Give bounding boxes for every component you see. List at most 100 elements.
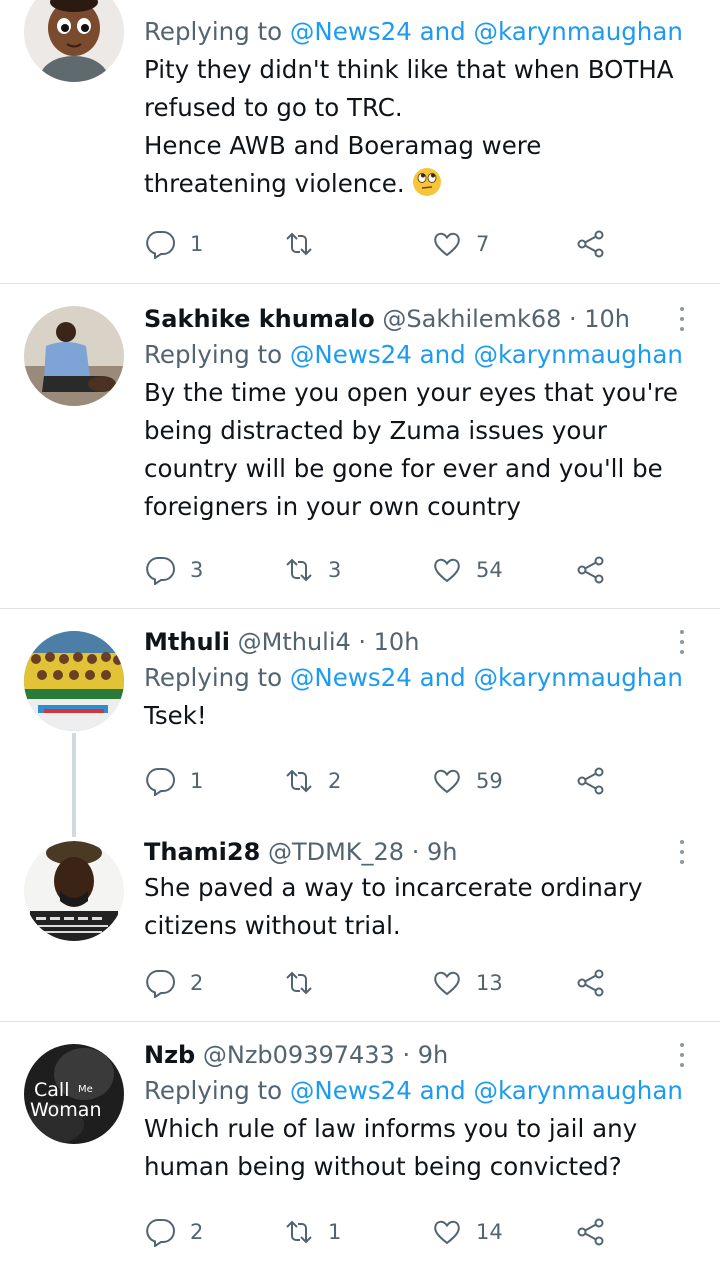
retweet-count: 1 [328, 1220, 342, 1244]
replying-to-label: Replying to [144, 663, 283, 692]
handle-and-time: @Nzb09397433 · 9h [202, 1041, 449, 1069]
share-button[interactable] [576, 759, 606, 803]
tweet-text: Which rule of law informs you to jail an… [144, 1110, 704, 1186]
like-button[interactable]: 13 [432, 961, 503, 1005]
reply-button[interactable]: 2 [146, 1210, 203, 1254]
tweet-header: Sakhike khumalo @Sakhilemk68 · 10h [144, 302, 704, 336]
reply-button[interactable]: 2 [146, 961, 203, 1005]
tweet-1[interactable]: Sakhike khumalo @Sakhilemk68 · 10h Reply… [0, 284, 720, 608]
tweet-header: Nzb @Nzb09397433 · 9h [144, 1038, 704, 1072]
reply-mentions-link[interactable]: @News24 and @karynmaughan [290, 663, 683, 692]
tweet-4[interactable]: Call Me Woman Nzb @Nzb09397433 · 9h Repl… [0, 1022, 720, 1263]
heart-icon [434, 971, 460, 996]
avatar-text-call: Call [34, 1079, 69, 1101]
tweet-text-line: being distracted by Zuma issues your [144, 416, 607, 445]
tweet-text-line: Pity they didn't think like that when BO… [144, 55, 674, 84]
tweet-text: By the time you open your eyes that you'… [144, 374, 704, 526]
tweet-0[interactable]: Replying to @News24 and @karynmaughan Pi… [0, 0, 720, 283]
heart-icon [434, 558, 460, 583]
heart-icon [434, 1220, 460, 1245]
tweet-text-line: By the time you open your eyes that you'… [144, 378, 678, 407]
avatar-text-me: Me [78, 1084, 93, 1095]
tweet-actions: 1 7 [144, 222, 624, 266]
retweet-icon [286, 769, 312, 793]
tweet-text-line: country will be gone for ever and you'll… [144, 454, 663, 483]
avatar-book-cover: Call Me Woman [24, 1044, 124, 1144]
display-name[interactable]: Thami28 [144, 838, 260, 866]
reply-button[interactable]: 3 [146, 548, 203, 592]
retweet-button[interactable]: 1 [284, 1210, 341, 1254]
retweet-button[interactable]: 2 [284, 759, 341, 803]
reply-button[interactable]: 1 [146, 222, 203, 266]
reply-count: 1 [190, 232, 204, 256]
tweet-actions: 2 1 14 [144, 1210, 624, 1254]
replying-to: Replying to @News24 and @karynmaughan [144, 659, 704, 697]
like-button[interactable]: 14 [432, 1210, 503, 1254]
avatar-photo-team [24, 631, 124, 731]
tweet-text-line: Which rule of law informs you to jail an… [144, 1114, 638, 1143]
reply-mentions-link[interactable]: @News24 and @karynmaughan [290, 17, 683, 46]
retweet-count: 2 [328, 769, 342, 793]
tweet-2[interactable]: Mthuli @Mthuli4 · 10h Replying to @News2… [0, 609, 720, 837]
display-name[interactable]: Mthuli [144, 628, 230, 656]
tweet-text-line: refused to go to TRC. [144, 93, 403, 122]
display-name[interactable]: Sakhike khumalo [144, 305, 375, 333]
reply-icon [146, 969, 175, 998]
reply-count: 2 [190, 1220, 204, 1244]
timeline-feed: Replying to @News24 and @karynmaughan Pi… [0, 0, 720, 1263]
retweet-count: 3 [328, 558, 342, 582]
share-icon [577, 969, 604, 997]
share-button[interactable] [576, 1210, 606, 1254]
share-button[interactable] [576, 961, 606, 1005]
avatar-text-woman: Woman [30, 1099, 102, 1121]
avatar-photo-man-beret [24, 841, 124, 941]
reply-count: 3 [190, 558, 204, 582]
handle-and-time: @Mthuli4 · 10h [237, 628, 420, 656]
share-button[interactable] [576, 222, 606, 266]
share-icon [577, 1218, 604, 1246]
like-button[interactable]: 59 [432, 759, 503, 803]
retweet-icon [286, 558, 312, 582]
retweet-button[interactable]: 3 [284, 548, 341, 592]
avatar-photo-man-sitting [24, 306, 124, 406]
reply-button[interactable]: 1 [146, 759, 203, 803]
like-button[interactable]: 54 [432, 548, 503, 592]
like-count: 54 [476, 558, 503, 582]
tweet-text: She paved a way to incarcerate ordinary … [144, 869, 704, 945]
share-button[interactable] [576, 548, 606, 592]
retweet-button[interactable] [284, 961, 328, 1005]
retweet-button[interactable] [284, 222, 328, 266]
avatar-thami28[interactable] [24, 841, 124, 941]
tweet-3[interactable]: Thami28 @TDMK_28 · 9h She paved a way to… [0, 819, 720, 1021]
tweet-header: Thami28 @TDMK_28 · 9h [144, 835, 704, 869]
replying-to: Replying to @News24 and @karynmaughan [144, 1072, 704, 1110]
avatar-cartoon[interactable] [24, 0, 124, 82]
reply-mentions-link[interactable]: @News24 and @karynmaughan [290, 340, 683, 369]
like-count: 59 [476, 769, 503, 793]
replying-to: Replying to @News24 and @karynmaughan [144, 13, 704, 51]
replying-to-label: Replying to [144, 340, 283, 369]
like-count: 7 [476, 232, 490, 256]
replying-to: Replying to @News24 and @karynmaughan [144, 336, 704, 374]
avatar-mthuli[interactable] [24, 631, 124, 731]
reply-count: 2 [190, 971, 204, 995]
display-name[interactable]: Nzb [144, 1041, 195, 1069]
handle-and-time: @TDMK_28 · 9h [267, 838, 458, 866]
tweet-text-line: She paved a way to incarcerate ordinary [144, 873, 643, 902]
heart-icon [434, 232, 460, 257]
share-icon [577, 767, 604, 795]
tweet-text-line: Hence AWB and Boeramag were [144, 131, 542, 160]
retweet-icon [286, 232, 312, 256]
reply-icon [146, 767, 175, 796]
avatar-sakhike[interactable] [24, 306, 124, 406]
tweet-text: Pity they didn't think like that when BO… [144, 51, 704, 203]
handle-and-time: @Sakhilemk68 · 10h [382, 305, 631, 333]
like-button[interactable]: 7 [432, 222, 489, 266]
reply-icon [146, 556, 175, 585]
avatar-cartoon-image [24, 0, 124, 82]
share-icon [577, 230, 604, 258]
avatar-nzb[interactable]: Call Me Woman [24, 1044, 124, 1144]
share-icon [577, 556, 604, 584]
tweet-text-line: human being without being convicted? [144, 1152, 622, 1181]
reply-mentions-link[interactable]: @News24 and @karynmaughan [290, 1076, 683, 1105]
